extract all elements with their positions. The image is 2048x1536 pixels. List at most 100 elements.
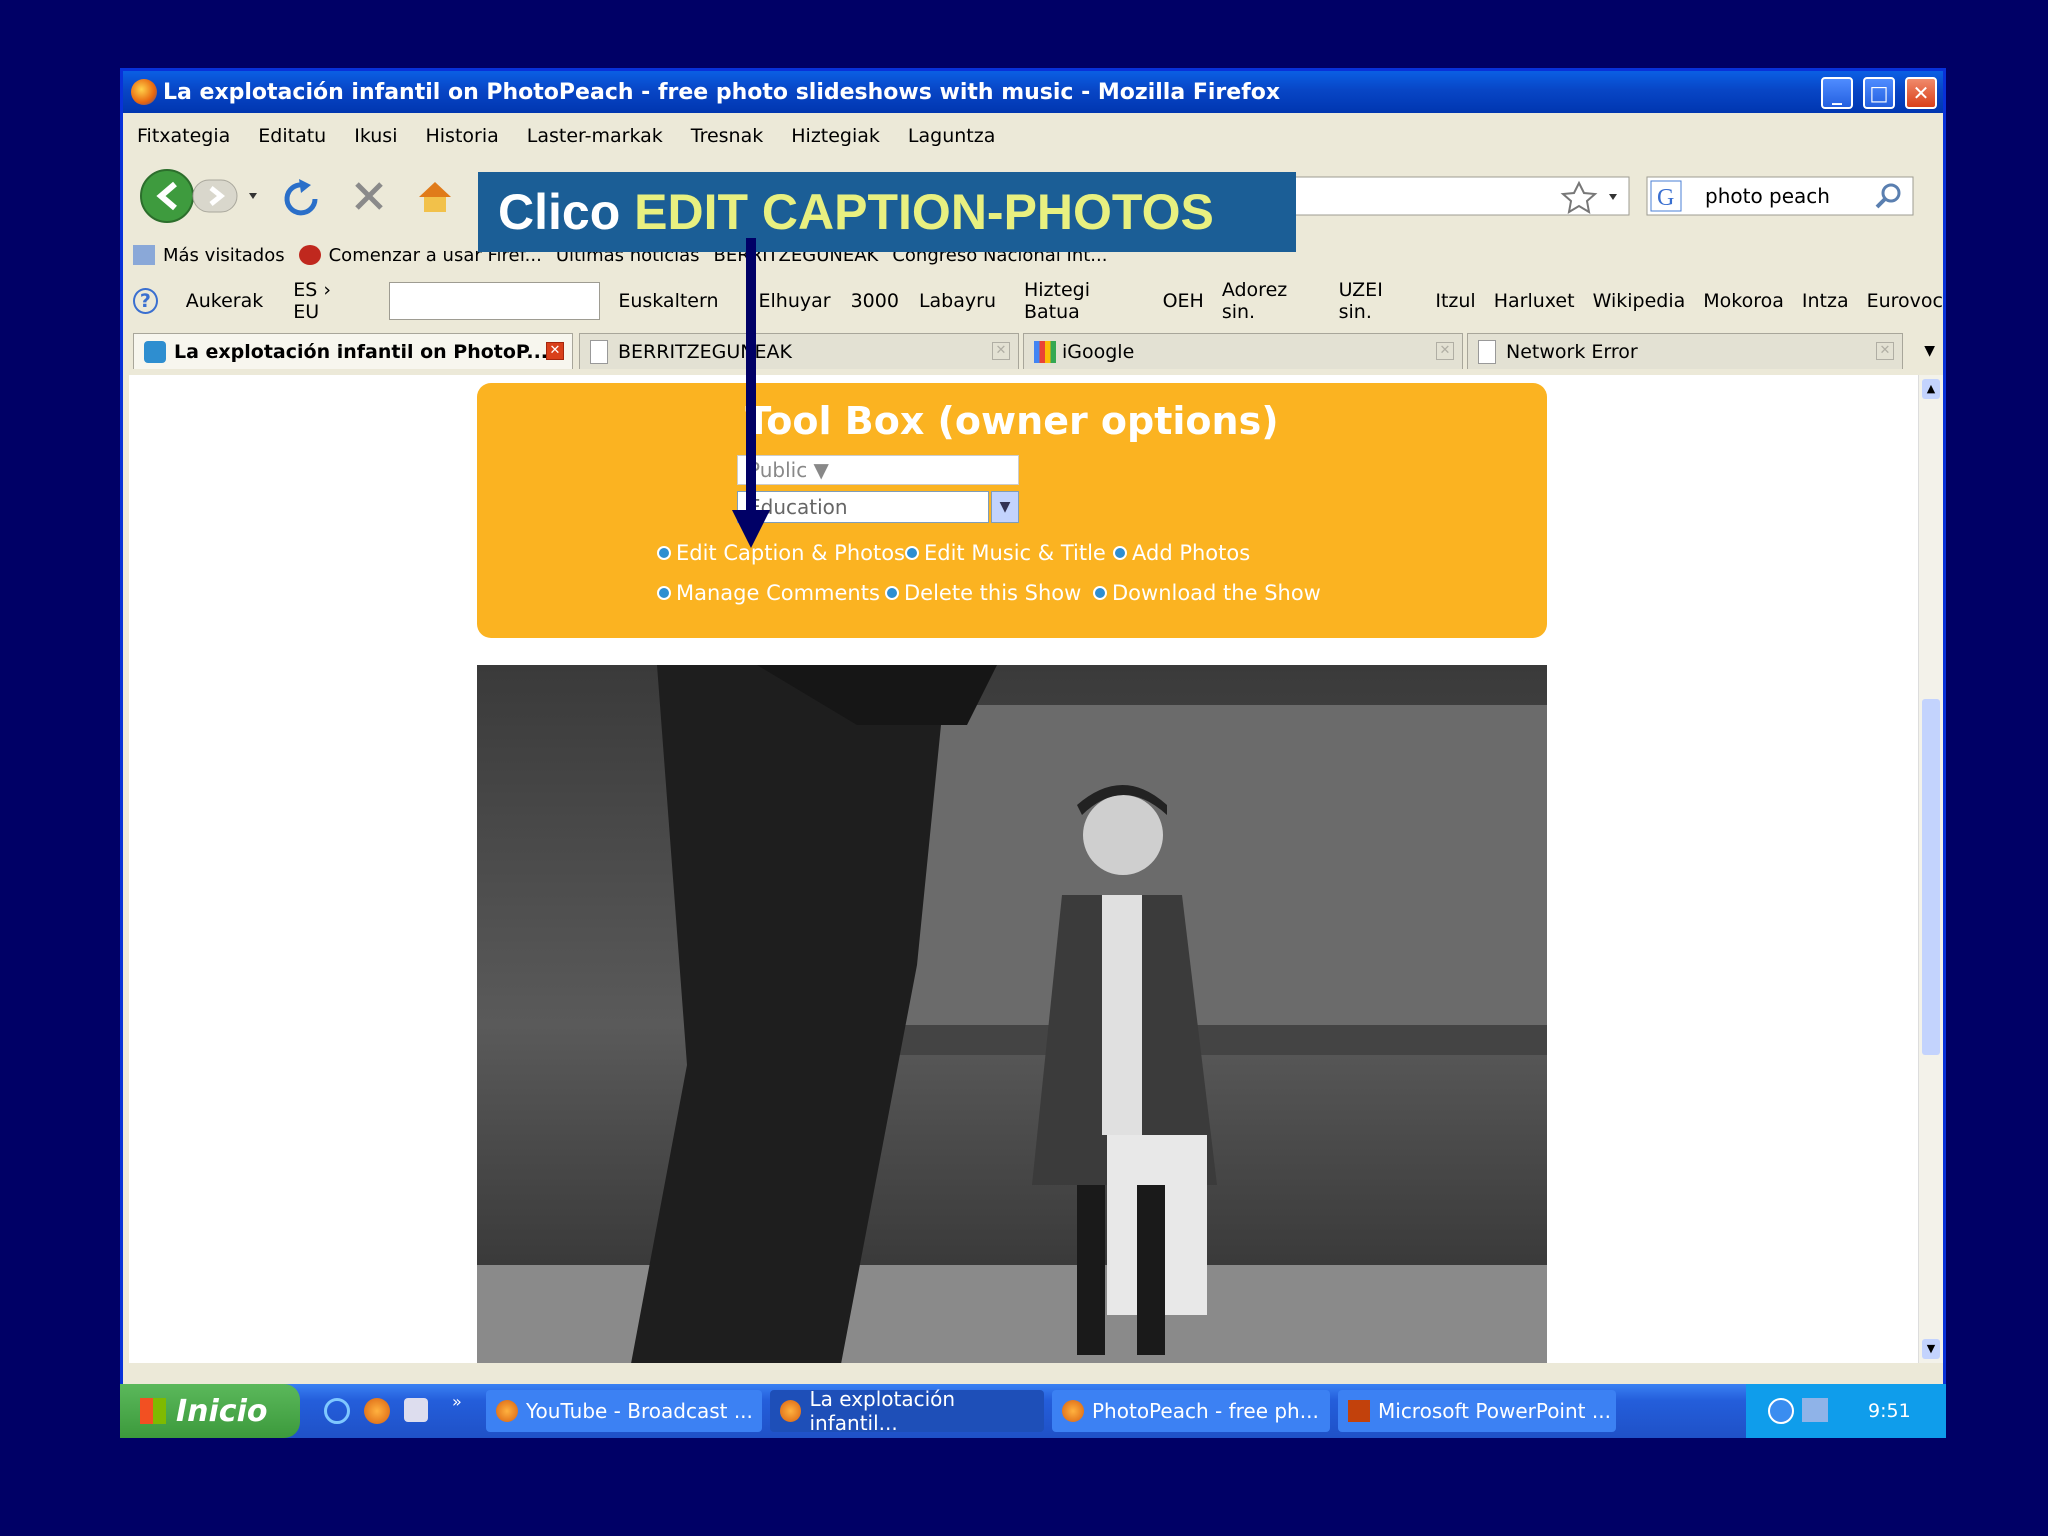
vertical-scrollbar[interactable]: ▲ ▼	[1918, 375, 1943, 1363]
download-show-link[interactable]: Download the Show	[1093, 581, 1321, 605]
task-photopeach[interactable]: PhotoPeach - free ph...	[1052, 1390, 1330, 1432]
powerpoint-icon	[1348, 1400, 1370, 1422]
firefox-window: La explotación infantil on PhotoPeach - …	[120, 68, 1946, 1438]
aukerak-menu[interactable]: Aukerak	[186, 290, 264, 312]
back-icon[interactable]	[140, 169, 194, 223]
close-button[interactable]: ✕	[1905, 77, 1937, 109]
task-photopeach-active[interactable]: La explotación infantil...	[770, 1387, 1044, 1435]
menu-bar: Fitxategia Editatu Ikusi Historia Laster…	[123, 125, 1009, 155]
menu-laguntza[interactable]: Laguntza	[894, 125, 1009, 155]
tab-bar: La explotación infantil on PhotoP... ✕ B…	[123, 329, 1943, 373]
bullet-icon	[1093, 586, 1107, 600]
edit-music-title-link[interactable]: Edit Music & Title	[905, 541, 1106, 565]
scroll-up-icon[interactable]: ▲	[1922, 379, 1940, 399]
firefox-start-icon	[298, 245, 321, 265]
help-icon[interactable]: ?	[133, 288, 158, 314]
tool-mokoroa[interactable]: Mokoroa	[1703, 290, 1784, 312]
tool-adorez[interactable]: Adorez sin.	[1222, 279, 1321, 323]
internet-explorer-icon[interactable]	[324, 1398, 350, 1424]
firefox-task-icon	[780, 1400, 802, 1422]
tab-igoogle[interactable]: iGoogle ✕	[1023, 333, 1463, 369]
scroll-thumb[interactable]	[1922, 699, 1940, 1055]
firefox-quicklaunch-icon[interactable]	[364, 1398, 390, 1424]
task-powerpoint[interactable]: Microsoft PowerPoint ...	[1338, 1390, 1616, 1432]
taskbar: Inicio » YouTube - Broadcast ... La expl…	[120, 1384, 1946, 1438]
tab-label: BERRITZEGUNEAK	[618, 340, 792, 363]
forward-icon[interactable]	[192, 179, 257, 213]
tab-photopeach[interactable]: La explotación infantil on PhotoP... ✕	[133, 333, 573, 369]
close-tab-icon[interactable]: ✕	[1876, 342, 1894, 360]
svg-text:G: G	[1657, 185, 1674, 211]
tool-intza[interactable]: Intza	[1802, 290, 1849, 312]
category-dropdown-icon[interactable]: ▼	[991, 491, 1019, 523]
tab-network-error[interactable]: Network Error ✕	[1467, 333, 1903, 369]
minimize-button[interactable]: _	[1821, 77, 1853, 109]
tool-3000[interactable]: 3000	[851, 290, 899, 312]
tool-labayru[interactable]: Labayru	[919, 290, 996, 312]
tab-list-icon[interactable]: ▼	[1924, 343, 1935, 359]
title-bar[interactable]: La explotación infantil on PhotoPeach - …	[123, 71, 1943, 113]
tool-harluxet[interactable]: Harluxet	[1494, 290, 1575, 312]
tool-uzei[interactable]: UZEI sin.	[1339, 279, 1418, 323]
tool-hiztegi-batua[interactable]: Hiztegi Batua	[1024, 279, 1145, 323]
toolbox-panel: Tool Box (owner options) Public ▼ Educat…	[477, 383, 1547, 638]
maximize-button[interactable]: □	[1863, 77, 1895, 109]
tool-itzul[interactable]: Itzul	[1435, 290, 1475, 312]
reload-icon[interactable]	[284, 179, 318, 216]
instruction-callout: Clico EDIT CAPTION-PHOTOS	[478, 172, 1296, 252]
tool-elhuyar[interactable]: Elhuyar	[759, 290, 831, 312]
tool-eurovoc[interactable]: Eurovoc	[1867, 290, 1943, 312]
menu-fitxategia[interactable]: Fitxategia	[123, 125, 244, 155]
tool-wikipedia[interactable]: Wikipedia	[1593, 290, 1686, 312]
menu-ikusi[interactable]: Ikusi	[340, 125, 411, 155]
dictionary-input[interactable]	[388, 282, 601, 320]
language-selector[interactable]: ES › EU	[293, 279, 359, 323]
edit-caption-photos-link[interactable]: Edit Caption & Photos	[657, 541, 905, 565]
close-tab-icon[interactable]: ✕	[1436, 342, 1454, 360]
stop-icon[interactable]	[355, 182, 383, 210]
manage-comments-link[interactable]: Manage Comments	[657, 581, 880, 605]
menu-tresnak[interactable]: Tresnak	[677, 125, 777, 155]
google-favicon	[1034, 340, 1056, 363]
task-label: YouTube - Broadcast ...	[526, 1399, 753, 1423]
bullet-icon	[657, 586, 671, 600]
start-label: Inicio	[176, 1393, 268, 1429]
show-hidden-icons-icon[interactable]	[1768, 1398, 1794, 1424]
network-icon[interactable]	[1802, 1398, 1828, 1422]
tool-euskaltern[interactable]: Euskaltern	[618, 290, 718, 312]
quicklaunch-icon[interactable]	[404, 1398, 428, 1422]
callout-highlight: EDIT CAPTION-PHOTOS	[634, 184, 1214, 240]
menu-laster-markak[interactable]: Laster-markak	[513, 125, 677, 155]
quicklaunch-more-icon[interactable]: »	[452, 1392, 462, 1411]
bullet-icon	[657, 546, 671, 560]
delete-show-link[interactable]: Delete this Show	[885, 581, 1081, 605]
tab-label: iGoogle	[1062, 340, 1135, 363]
home-icon[interactable]	[419, 182, 451, 212]
menu-hiztegiak[interactable]: Hiztegiak	[777, 125, 894, 155]
firefox-icon	[131, 79, 157, 105]
category-select[interactable]: Education	[737, 491, 989, 523]
clock[interactable]: 9:51	[1868, 1400, 1911, 1422]
task-youtube[interactable]: YouTube - Broadcast ...	[486, 1390, 762, 1432]
menu-editatu[interactable]: Editatu	[244, 125, 340, 155]
search-input[interactable]: photo peach	[1705, 184, 1830, 208]
close-tab-icon[interactable]: ✕	[992, 342, 1010, 360]
task-label: PhotoPeach - free ph...	[1092, 1399, 1319, 1423]
photopeach-favicon	[144, 340, 166, 363]
page-content: Tool Box (owner options) Public ▼ Educat…	[129, 375, 1921, 1363]
link-label: Add Photos	[1132, 541, 1251, 565]
firefox-task-icon	[496, 1400, 518, 1422]
windows-logo-icon	[140, 1398, 166, 1424]
start-button[interactable]: Inicio	[120, 1384, 300, 1438]
firefox-task-icon	[1062, 1400, 1084, 1422]
tab-berritzeguneak[interactable]: BERRITZEGUNEAK ✕	[579, 333, 1019, 369]
page-icon	[1478, 339, 1496, 364]
bookmark-mas-visitados[interactable]: Más visitados	[163, 245, 285, 266]
tool-oeh[interactable]: OEH	[1163, 290, 1204, 312]
scroll-down-icon[interactable]: ▼	[1922, 1339, 1940, 1359]
privacy-select[interactable]: Public ▼	[737, 455, 1019, 485]
callout-prefix: Clico	[498, 184, 635, 240]
close-tab-icon[interactable]: ✕	[546, 342, 564, 360]
add-photos-link[interactable]: Add Photos	[1113, 541, 1250, 565]
menu-historia[interactable]: Historia	[411, 125, 512, 155]
